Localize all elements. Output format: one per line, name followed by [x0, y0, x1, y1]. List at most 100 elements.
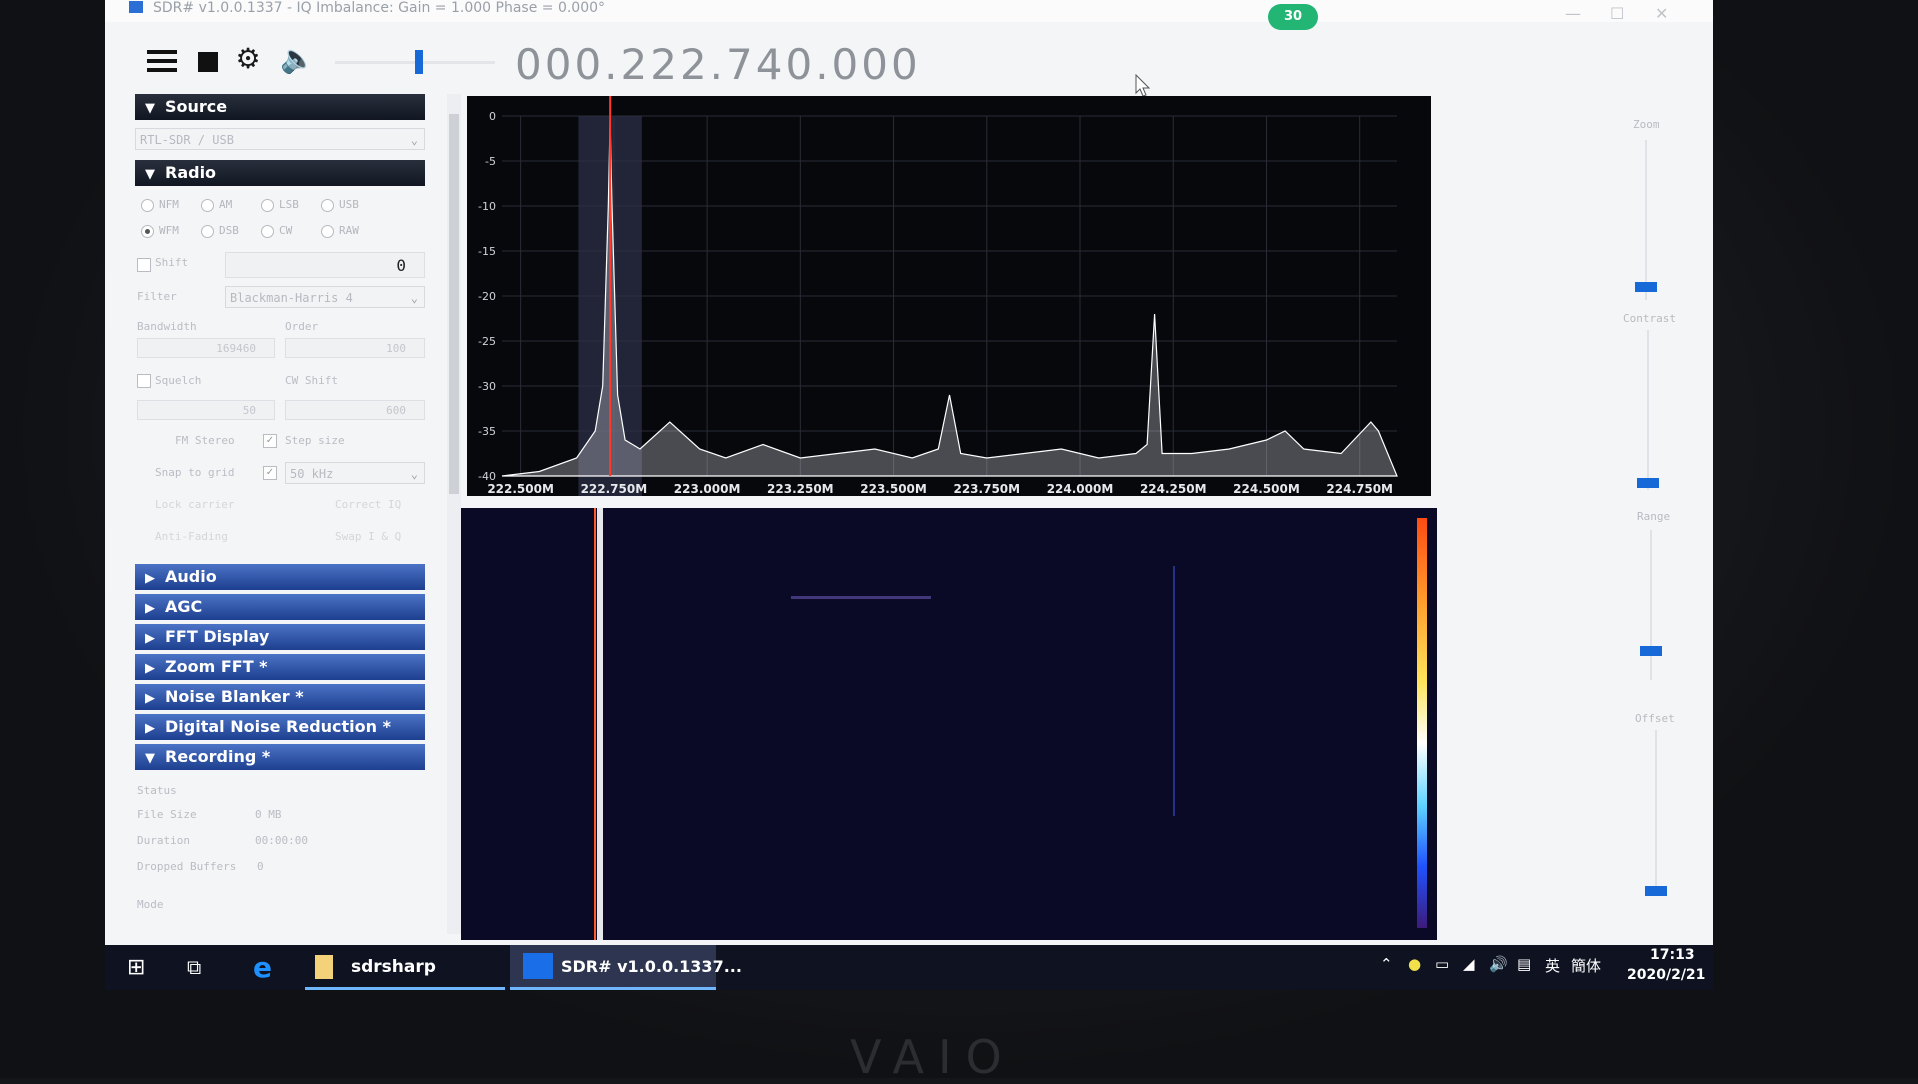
noise-blanker-section-header[interactable]: ▶ Noise Blanker *: [135, 684, 425, 710]
mode-radio-dsb[interactable]: DSB: [201, 224, 239, 238]
speaker-icon[interactable]: 🔈: [280, 44, 315, 74]
step-size-select[interactable]: 50 kHz ⌄: [285, 462, 425, 484]
chevron-down-icon: ⌄: [410, 291, 418, 305]
task-view-icon[interactable]: ⧉: [187, 955, 201, 979]
collapse-icon: ▼: [145, 101, 155, 116]
file-size-value: 0 MB: [255, 808, 282, 821]
mode-label: NFM: [159, 198, 179, 211]
edge-browser-icon[interactable]: e: [253, 951, 272, 984]
y-tick-label: -25: [478, 335, 496, 348]
mode-radio-raw[interactable]: RAW: [321, 224, 359, 238]
snap-to-grid-checkbox[interactable]: ✓: [263, 466, 277, 480]
contrast-slider[interactable]: [1647, 330, 1649, 490]
bandwidth-input[interactable]: 169460: [137, 338, 275, 358]
panel-scrollbar[interactable]: [447, 94, 461, 934]
menu-icon[interactable]: [147, 50, 177, 72]
spectrum-view[interactable]: 0 -5 -10 -15 -20 -25 -30 -35 -40 222.500M 222.750…: [467, 96, 1431, 500]
volume-slider-thumb[interactable]: [415, 50, 423, 74]
order-label: Order: [285, 320, 319, 333]
zoom-slider[interactable]: [1645, 140, 1647, 300]
squelch-input[interactable]: 50: [137, 400, 275, 420]
mode-label: AM: [219, 198, 233, 211]
network-icon[interactable]: ▭: [1435, 955, 1449, 973]
mode-radio-am[interactable]: AM: [201, 198, 232, 212]
source-header[interactable]: ▼ Source: [135, 94, 425, 120]
ime-language[interactable]: 英: [1545, 955, 1560, 976]
clock-time[interactable]: 17:13: [1650, 947, 1695, 963]
shift-input[interactable]: 0: [225, 252, 425, 278]
zoom-fft-section-header[interactable]: ▶ Zoom FFT *: [135, 654, 425, 680]
fm-stereo-checkbox[interactable]: ✓: [263, 434, 277, 448]
waterfall-view[interactable]: [461, 508, 1437, 940]
section-label: Recording *: [165, 747, 271, 766]
screen: SDR# v1.0.0.1337 - IQ Imbalance: Gain = …: [105, 0, 1713, 990]
close-icon[interactable]: ✕: [1655, 6, 1668, 22]
spectrum-chart[interactable]: 0-5-10-15-20-25-30-35-40 222.500M 222.750…: [467, 96, 1431, 500]
taskbar-sdr-window[interactable]: SDR# v1.0.0.1337...: [561, 957, 742, 976]
filter-select[interactable]: Blackman-Harris 4 ⌄: [225, 286, 425, 308]
waterfall-tune-line: [594, 508, 596, 940]
signal-icon[interactable]: ◢: [1463, 955, 1475, 973]
lock-carrier-label[interactable]: Lock carrier: [155, 498, 234, 511]
audio-section-header[interactable]: ▶ Audio: [135, 564, 425, 590]
digital-noise-reduction-section-header[interactable]: ▶ Digital Noise Reduction *: [135, 714, 425, 740]
mode-radio-cw[interactable]: CW: [261, 224, 292, 238]
window-title: SDR# v1.0.0.1337 - IQ Imbalance: Gain = …: [153, 0, 606, 16]
y-tick-label: -15: [478, 245, 496, 258]
shift-checkbox[interactable]: [137, 258, 151, 272]
mode-label: CW: [279, 224, 293, 237]
tray-app-icon[interactable]: ●: [1408, 955, 1421, 973]
agc-section-header[interactable]: ▶ AGC: [135, 594, 425, 620]
maximize-icon[interactable]: ☐: [1610, 6, 1624, 22]
vaio-logo: VAIO: [850, 1030, 1016, 1084]
taskbar-sdrsharp-folder[interactable]: sdrsharp: [351, 957, 436, 977]
stop-icon[interactable]: [198, 52, 218, 72]
action-center-icon[interactable]: ▤: [1517, 955, 1531, 973]
dropped-buffers-label: Dropped Buffers: [137, 860, 237, 873]
x-tick-label: 224.750M: [1326, 482, 1393, 496]
mode-radio-lsb[interactable]: LSB: [261, 198, 299, 212]
y-tick-label: -5: [485, 155, 496, 168]
range-slider[interactable]: [1650, 530, 1652, 680]
volume-icon[interactable]: 🔊: [1489, 955, 1508, 973]
waterfall-color-scale: [1417, 518, 1427, 928]
mode-radio-nfm[interactable]: NFM: [141, 198, 179, 212]
fft-display-section-header[interactable]: ▶ FFT Display: [135, 624, 425, 650]
order-input[interactable]: 100: [285, 338, 425, 358]
chevron-up-icon[interactable]: ⌃: [1380, 955, 1393, 973]
y-tick-label: -35: [478, 425, 496, 438]
offset-slider[interactable]: [1655, 730, 1657, 890]
recording-section-header[interactable]: ▼ Recording *: [135, 744, 425, 770]
frequency-display[interactable]: 000.222.740.000: [515, 40, 921, 89]
source-device-value: RTL-SDR / USB: [140, 133, 234, 147]
correct-iq-label[interactable]: Correct IQ: [335, 498, 401, 511]
squelch-checkbox[interactable]: [137, 374, 151, 388]
section-label: Noise Blanker *: [165, 687, 304, 706]
swap-iq-label[interactable]: Swap I & Q: [335, 530, 401, 543]
clock-date[interactable]: 2020/2/21: [1627, 967, 1705, 983]
mode-radio-wfm[interactable]: WFM: [141, 224, 179, 238]
mode-radio-usb[interactable]: USB: [321, 198, 359, 212]
x-tick-label: 222.500M: [487, 482, 554, 496]
expand-icon: ▶: [145, 691, 155, 706]
ime-mode[interactable]: 簡体: [1571, 955, 1601, 976]
expand-icon: ▶: [145, 601, 155, 616]
cw-shift-input[interactable]: 600: [285, 400, 425, 420]
folder-icon[interactable]: [315, 955, 333, 979]
anti-fading-label[interactable]: Anti-Fading: [155, 530, 228, 543]
radio-header[interactable]: ▼ Radio: [135, 160, 425, 186]
contrast-slider-thumb[interactable]: [1637, 478, 1659, 488]
waterfall-signal-streak: [791, 596, 931, 599]
section-label: Digital Noise Reduction *: [165, 717, 391, 736]
zoom-slider-thumb[interactable]: [1635, 282, 1657, 292]
y-tick-label: -30: [478, 380, 496, 393]
scrollbar-thumb[interactable]: [449, 114, 459, 494]
range-slider-thumb[interactable]: [1640, 646, 1662, 656]
windows-start-icon[interactable]: ⊞: [127, 955, 145, 980]
offset-slider-thumb[interactable]: [1645, 886, 1667, 896]
x-tick-label: 223.000M: [674, 482, 741, 496]
expand-icon: ▶: [145, 721, 155, 736]
gear-icon[interactable]: ⚙: [233, 44, 263, 74]
minimize-icon[interactable]: —: [1565, 6, 1581, 22]
source-device-select[interactable]: RTL-SDR / USB ⌄: [135, 128, 425, 150]
